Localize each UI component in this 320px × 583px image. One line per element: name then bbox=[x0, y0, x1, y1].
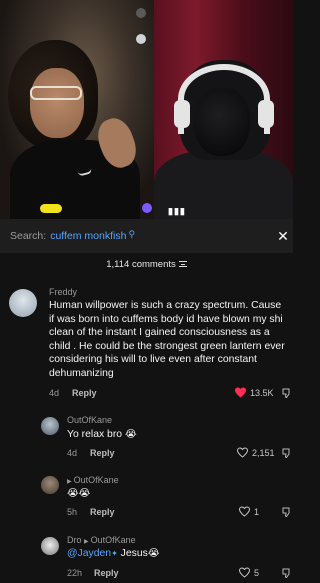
search-label: Search: bbox=[10, 230, 47, 242]
reply-button[interactable]: Reply bbox=[90, 507, 115, 517]
like-count: 1 bbox=[254, 506, 260, 517]
reply-text: Yo relax bro 😭 bbox=[67, 429, 137, 440]
video-right-feed bbox=[154, 0, 293, 219]
reply-text: @Jayden✦ Jesus😭 bbox=[67, 548, 160, 559]
avatar[interactable] bbox=[9, 289, 37, 317]
avatar[interactable] bbox=[41, 476, 59, 494]
gear-icon[interactable] bbox=[136, 34, 146, 44]
signal-bars-icon: ▮▮▮ bbox=[168, 206, 186, 216]
avatar[interactable] bbox=[41, 417, 59, 435]
heart-outline-icon bbox=[238, 506, 251, 517]
comment-count: 1,114 comments bbox=[106, 259, 176, 270]
like-count: 13.5K bbox=[250, 387, 274, 398]
comment-count-row[interactable]: 1,114 comments bbox=[0, 259, 293, 270]
reply-username[interactable]: ▶ OutOfKane bbox=[67, 475, 119, 485]
headphones bbox=[178, 64, 270, 134]
dislike-icon[interactable] bbox=[281, 387, 293, 399]
dislike-icon[interactable] bbox=[281, 567, 293, 579]
like-button[interactable]: 13.5K bbox=[234, 387, 274, 398]
comments-sheet: Search: cuffem monkfish ⚲ ✕ 1,114 commen… bbox=[0, 219, 293, 583]
live-indicator-icon bbox=[142, 203, 152, 213]
search-query-link[interactable]: cuffem monkfish bbox=[50, 230, 126, 242]
like-button[interactable]: 1 bbox=[238, 506, 259, 517]
close-icon[interactable]: ✕ bbox=[275, 228, 291, 244]
reply-time: 5h bbox=[67, 507, 78, 517]
dislike-icon[interactable] bbox=[281, 447, 293, 459]
like-count: 2,151 bbox=[252, 447, 275, 458]
like-count: 5 bbox=[254, 567, 260, 578]
reply-arrow-icon: ▶ bbox=[67, 479, 72, 485]
reply-time: 22h bbox=[67, 568, 83, 578]
comment-username[interactable]: Freddy bbox=[49, 287, 77, 297]
heart-outline-icon bbox=[238, 567, 251, 578]
comment-time: 4d bbox=[49, 388, 60, 398]
reply-button[interactable]: Reply bbox=[90, 448, 115, 458]
reply-button[interactable]: Reply bbox=[72, 388, 97, 398]
like-button[interactable]: 5 bbox=[238, 567, 259, 578]
search-icon[interactable]: ⚲ bbox=[128, 229, 135, 240]
mention-link[interactable]: @Jayden bbox=[67, 548, 111, 559]
filter-icon[interactable] bbox=[178, 261, 187, 268]
reply-username[interactable]: Dro ▶ OutOfKane bbox=[67, 535, 136, 545]
like-button[interactable]: 2,151 bbox=[236, 447, 275, 458]
video-left-feed bbox=[0, 0, 154, 219]
reply-time: 4d bbox=[67, 448, 78, 458]
comment-text: Human willpower is such a crazy spectrum… bbox=[49, 300, 285, 379]
reply-username[interactable]: OutOfKane bbox=[67, 415, 112, 425]
mention-sparkle-icon: ✦ bbox=[111, 549, 118, 558]
live-video[interactable]: ▮▮▮ bbox=[0, 0, 293, 219]
yellow-pill-button[interactable] bbox=[40, 204, 62, 213]
heart-outline-icon bbox=[236, 447, 249, 458]
reply-button[interactable]: Reply bbox=[94, 568, 119, 578]
reply-arrow-icon: ▶ bbox=[84, 539, 89, 545]
heart-filled-icon bbox=[235, 387, 246, 398]
reply-text: 😭😭 bbox=[67, 488, 91, 499]
avatar[interactable] bbox=[41, 537, 59, 555]
search-bar[interactable]: Search: cuffem monkfish ⚲ ✕ bbox=[0, 219, 293, 253]
dislike-icon[interactable] bbox=[281, 506, 293, 518]
status-dot bbox=[136, 8, 146, 18]
